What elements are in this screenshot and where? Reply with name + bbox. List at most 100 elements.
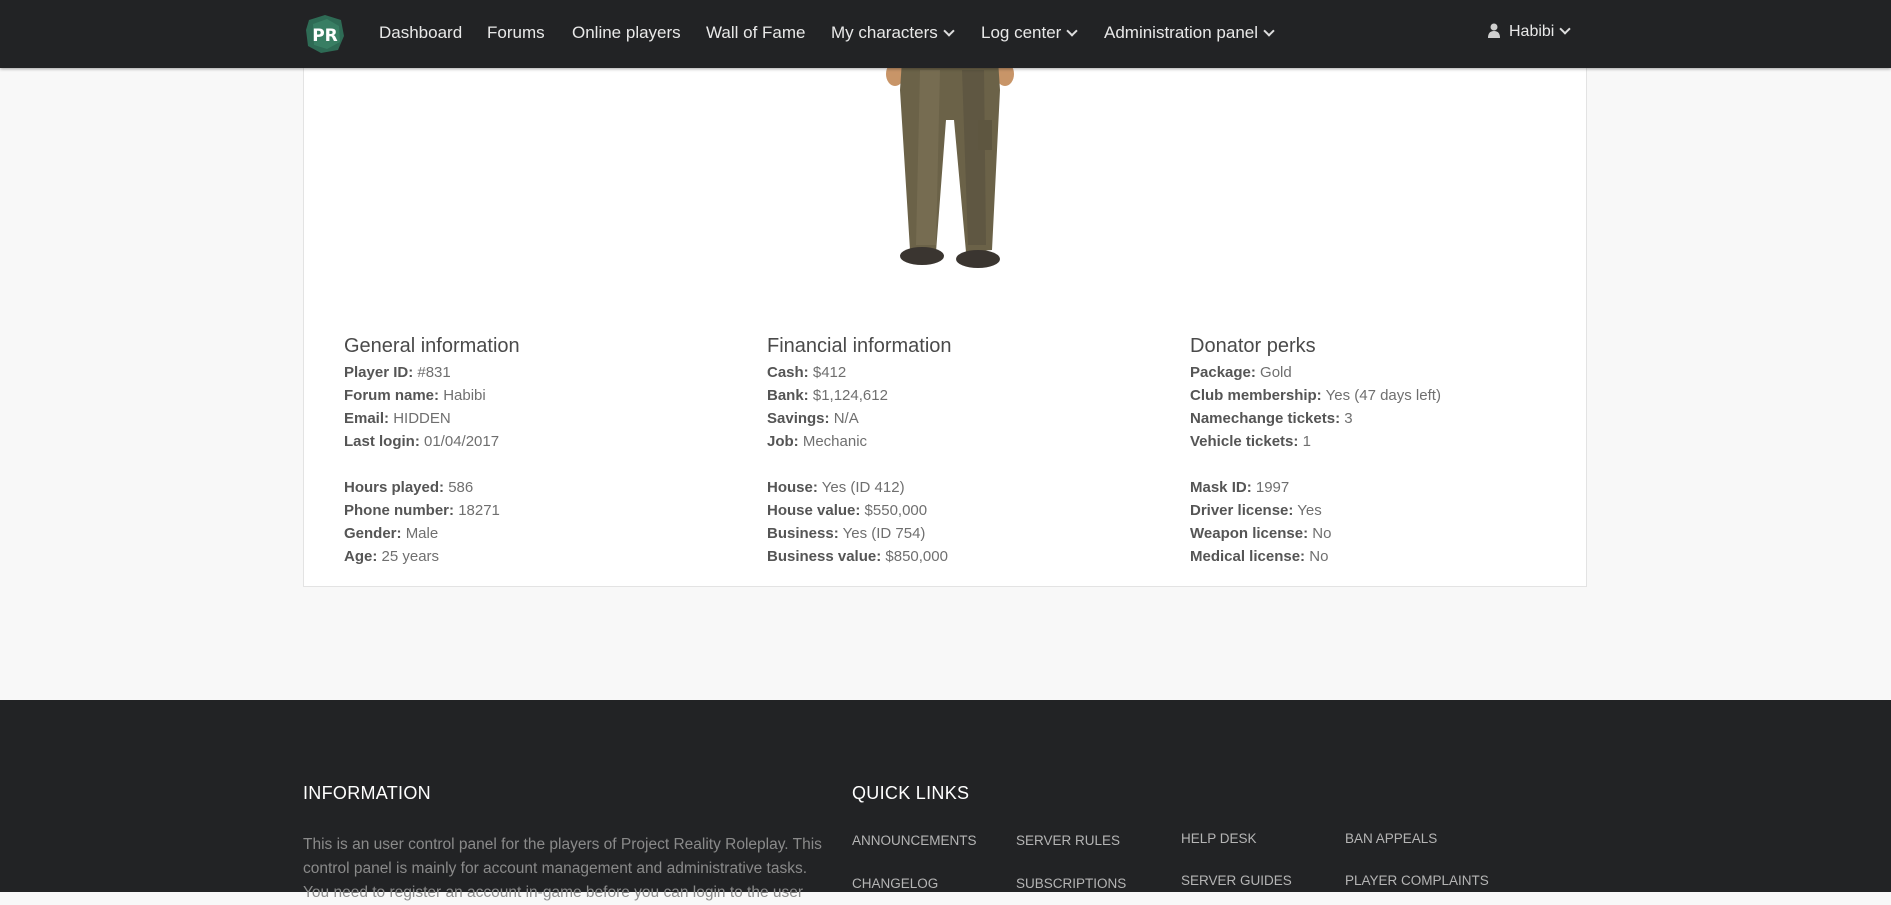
field-value: $850,000: [885, 548, 948, 565]
nav-my-characters-label: My characters: [831, 23, 938, 42]
driver-license-row: Driver license: Yes: [1190, 499, 1590, 522]
link-server-rules[interactable]: SERVER RULES: [1016, 833, 1120, 848]
nav-forums[interactable]: Forums: [487, 23, 545, 43]
field-value: Gold: [1260, 364, 1292, 381]
field-value: N/A: [833, 410, 859, 427]
field-value: 18271: [458, 502, 500, 519]
field-value: 01/04/2017: [424, 433, 500, 450]
link-subscriptions[interactable]: SUBSCRIPTIONS: [1016, 876, 1126, 891]
gender-row: Gender: Male: [344, 522, 744, 545]
field-label: Savings:: [767, 410, 830, 427]
financial-information-section: Financial information Cash: $412 Bank: $…: [767, 334, 1167, 568]
nav-log-center[interactable]: Log center: [981, 23, 1079, 43]
section-title: Donator perks: [1190, 335, 1316, 357]
quick-links-heading: QUICK LINKS: [852, 783, 970, 803]
field-value: Male: [405, 525, 439, 542]
field-value: #831: [417, 364, 451, 381]
field-label: Age:: [344, 548, 378, 565]
field-label: Phone number:: [344, 502, 455, 519]
field-label: Player ID:: [344, 364, 414, 381]
field-value: Yes (47 days left): [1325, 387, 1441, 404]
mask-id-row: Mask ID: 1997: [1190, 476, 1590, 499]
field-label: Weapon license:: [1190, 525, 1309, 542]
nav-administration-panel[interactable]: Administration panel: [1104, 23, 1275, 43]
nav-my-characters[interactable]: My characters: [831, 23, 955, 43]
field-label: Package:: [1190, 364, 1256, 381]
nav-dashboard[interactable]: Dashboard: [379, 23, 462, 43]
field-label: House:: [767, 479, 818, 496]
field-label: Namechange tickets:: [1190, 410, 1341, 427]
field-value: No: [1312, 525, 1332, 542]
pr-logo-icon[interactable]: PR: [305, 14, 345, 54]
nav-online-players[interactable]: Online players: [572, 23, 681, 43]
email-row: Email: HIDDEN: [344, 407, 744, 430]
donator-perks-section: Donator perks Package: Gold Club members…: [1190, 334, 1590, 568]
nav-administration-panel-label: Administration panel: [1104, 23, 1259, 42]
weapon-license-row: Weapon license: No: [1190, 522, 1590, 545]
field-value: 25 years: [381, 548, 440, 565]
chevron-down-icon: [1263, 25, 1275, 37]
information-heading: INFORMATION: [303, 783, 431, 803]
field-label: Business value:: [767, 548, 882, 565]
field-value: Yes (ID 754): [842, 525, 926, 542]
field-label: Club membership:: [1190, 387, 1322, 404]
package-row: Package: Gold: [1190, 361, 1590, 384]
job-row: Job: Mechanic: [767, 430, 1167, 453]
forum-name-row: Forum name: Habibi: [344, 384, 744, 407]
field-label: Job:: [767, 433, 799, 450]
hours-played-row: Hours played: 586: [344, 476, 744, 499]
vehicle-tickets-row: Vehicle tickets: 1: [1190, 430, 1590, 453]
general-information-section: General information Player ID: #831 Foru…: [344, 334, 744, 568]
namechange-tickets-row: Namechange tickets: 3: [1190, 407, 1590, 430]
logo-text: PR: [312, 26, 338, 46]
field-label: Last login:: [344, 433, 420, 450]
field-value: No: [1309, 548, 1329, 565]
link-player-complaints[interactable]: PLAYER COMPLAINTS: [1345, 873, 1489, 888]
link-help-desk[interactable]: HELP DESK: [1181, 831, 1257, 846]
top-navbar: PR Dashboard Forums Online players Wall …: [0, 0, 1891, 68]
field-label: Bank:: [767, 387, 809, 404]
section-title: General information: [344, 335, 520, 357]
field-label: Mask ID:: [1190, 479, 1252, 496]
business-row: Business: Yes (ID 754): [767, 522, 1167, 545]
house-row: House: Yes (ID 412): [767, 476, 1167, 499]
business-value-row: Business value: $850,000: [767, 545, 1167, 568]
user-icon: [1488, 23, 1500, 38]
user-name: Habibi: [1509, 23, 1555, 40]
link-changelog[interactable]: CHANGELOG: [852, 876, 938, 891]
user-menu[interactable]: Habibi: [1488, 23, 1572, 41]
field-label: Medical license:: [1190, 548, 1306, 565]
field-value: 3: [1344, 410, 1353, 427]
club-membership-row: Club membership: Yes (47 days left): [1190, 384, 1590, 407]
field-value: Mechanic: [802, 433, 868, 450]
field-label: House value:: [767, 502, 861, 519]
age-row: Age: 25 years: [344, 545, 744, 568]
field-value: 1: [1302, 433, 1311, 450]
chevron-down-icon: [1559, 23, 1572, 35]
section-title: Financial information: [767, 335, 952, 357]
field-label: Cash:: [767, 364, 809, 381]
field-value: Yes: [1297, 502, 1322, 519]
footer: INFORMATION This is an user control pane…: [0, 700, 1891, 901]
character-skin-image: [886, 60, 1014, 268]
field-label: Email:: [344, 410, 390, 427]
information-text: This is an user control panel for the pl…: [303, 836, 822, 901]
player-id-row: Player ID: #831: [344, 361, 744, 384]
field-value: 586: [448, 479, 474, 496]
link-ban-appeals[interactable]: BAN APPEALS: [1345, 831, 1437, 846]
field-label: Gender:: [344, 525, 402, 542]
phone-number-row: Phone number: 18271: [344, 499, 744, 522]
link-announcements[interactable]: ANNOUNCEMENTS: [852, 833, 977, 848]
last-login-row: Last login: 01/04/2017: [344, 430, 744, 453]
field-value: Habibi: [443, 387, 486, 404]
field-value: Yes (ID 412): [821, 479, 905, 496]
field-value: 1997: [1255, 479, 1290, 496]
field-label: Driver license:: [1190, 502, 1294, 519]
nav-wall-of-fame[interactable]: Wall of Fame: [706, 23, 806, 43]
link-server-guides[interactable]: SERVER GUIDES: [1181, 873, 1292, 888]
house-value-row: House value: $550,000: [767, 499, 1167, 522]
field-label: Forum name:: [344, 387, 440, 404]
medical-license-row: Medical license: No: [1190, 545, 1590, 568]
field-value: $550,000: [864, 502, 928, 519]
chevron-down-icon: [1066, 25, 1079, 37]
